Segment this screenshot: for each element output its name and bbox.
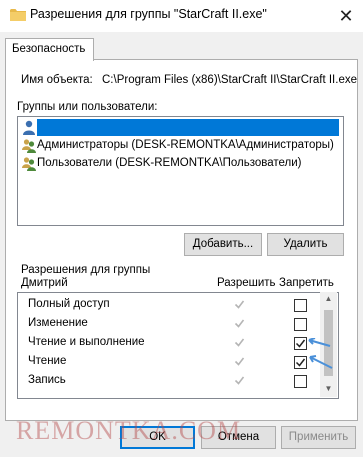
- scroll-down-icon[interactable]: ▼: [320, 384, 337, 393]
- remove-button[interactable]: Удалить: [267, 233, 344, 256]
- group-list-item-label: Пользователи (DESK-REMONTKA\Пользователи…: [37, 157, 302, 169]
- permission-row: Чтение и выполнение: [18, 333, 321, 352]
- annotation-arrows-icon: [308, 338, 333, 369]
- close-button[interactable]: ✕: [332, 2, 360, 30]
- permissions-header-line1: Разрешения для группы: [21, 264, 151, 276]
- permissions-header-group: Дмитрий: [21, 277, 68, 289]
- object-name-label: Имя объекта:: [21, 74, 93, 86]
- scroll-up-icon[interactable]: ▲: [320, 294, 337, 303]
- deny-column-header: Запретить: [279, 277, 334, 289]
- permission-name: Чтение и выполнение: [28, 336, 145, 348]
- permission-name: Запись: [28, 374, 66, 386]
- allow-checkbox[interactable]: [234, 375, 245, 386]
- permission-name: Чтение: [28, 355, 67, 367]
- group-list-item-selected[interactable]: [19, 119, 340, 137]
- selected-row-highlight: [37, 119, 339, 136]
- permissions-list[interactable]: Полный доступ Изменение Чтение и выполне…: [17, 292, 339, 399]
- allow-column-header: Разрешить: [217, 277, 276, 289]
- permission-row: Полный доступ: [18, 295, 321, 314]
- user-icon: [23, 120, 35, 135]
- permission-name: Изменение: [28, 317, 88, 329]
- permission-row: Запись: [18, 371, 321, 390]
- group-list-item-admins[interactable]: Администраторы (DESK-REMONTKA\Администра…: [19, 137, 340, 155]
- deny-checkbox[interactable]: [294, 299, 307, 312]
- permission-name: Полный доступ: [28, 298, 110, 310]
- folder-icon: [10, 9, 26, 21]
- add-button[interactable]: Добавить...: [184, 233, 262, 256]
- watermark: REMONTKA.COM: [16, 416, 242, 445]
- group-icon: [22, 157, 36, 171]
- group-list-item-label: Администраторы (DESK-REMONTKA\Администра…: [37, 139, 334, 151]
- group-icon: [22, 139, 36, 153]
- deny-checkbox[interactable]: [294, 318, 307, 331]
- deny-checkbox[interactable]: [294, 375, 307, 388]
- apply-button[interactable]: Применить: [281, 426, 356, 449]
- groups-label: Группы или пользователи:: [17, 101, 158, 113]
- allow-checkbox[interactable]: [234, 318, 245, 329]
- window-title: Разрешения для группы "StarCraft II.exe": [30, 7, 267, 21]
- tab-security[interactable]: Безопасность: [5, 38, 94, 61]
- object-name-value: C:\Program Files (x86)\StarCraft II\Star…: [102, 74, 357, 86]
- allow-checkbox[interactable]: [234, 356, 245, 367]
- allow-checkbox[interactable]: [234, 337, 245, 348]
- group-list-item-users[interactable]: Пользователи (DESK-REMONTKA\Пользователи…: [19, 155, 340, 173]
- groups-listbox[interactable]: Администраторы (DESK-REMONTKA\Администра…: [17, 116, 344, 226]
- permission-row: Чтение: [18, 352, 321, 371]
- tab-security-label: Безопасность: [12, 43, 86, 55]
- allow-checkbox[interactable]: [234, 299, 245, 310]
- permission-row: Изменение: [18, 314, 321, 333]
